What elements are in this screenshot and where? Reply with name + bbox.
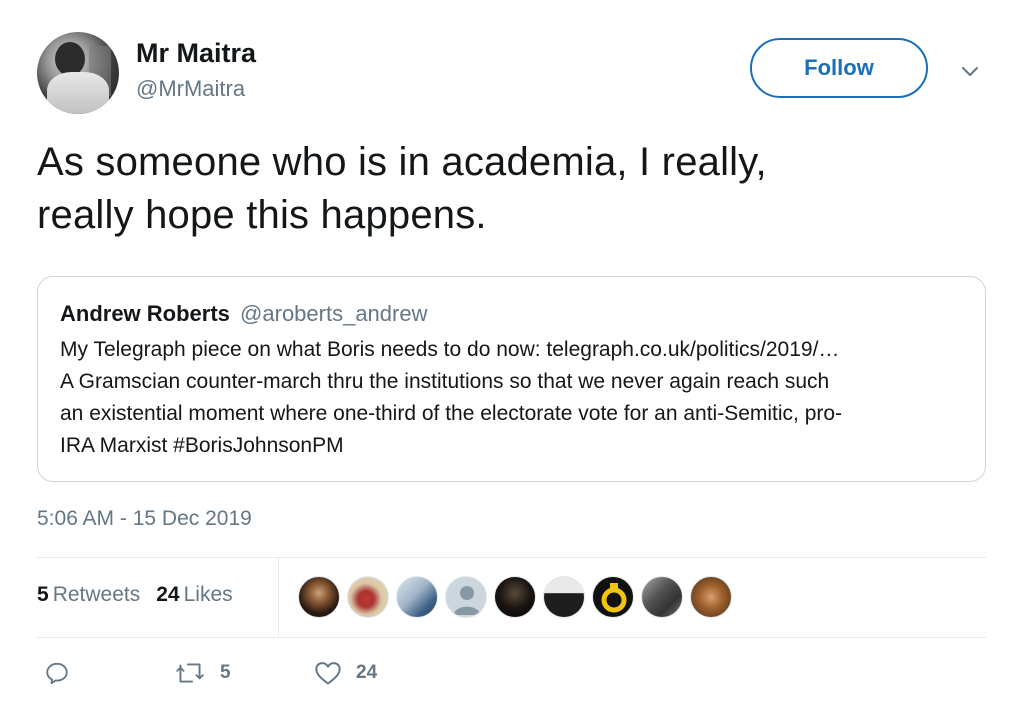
retweets-stat[interactable]: 5 Retweets (37, 583, 140, 607)
quoted-author-handle[interactable]: @aroberts_andrew (240, 301, 427, 326)
quoted-tweet-line: A Gramscian counter-march thru the insti… (60, 370, 830, 393)
retweets-label: Retweets (52, 583, 141, 606)
liker-avatar[interactable] (445, 576, 487, 618)
default-profile-icon (454, 586, 480, 615)
liker-avatar[interactable] (690, 576, 732, 618)
quoted-tweet-line: My Telegraph piece on what Boris needs t… (60, 338, 840, 361)
follow-button[interactable]: Follow (750, 38, 928, 98)
liker-avatar[interactable] (592, 576, 634, 618)
chevron-down-icon[interactable] (958, 60, 982, 84)
user-handle[interactable]: @MrMaitra (136, 76, 245, 102)
like-count: 24 (356, 662, 378, 683)
liker-avatar[interactable] (641, 576, 683, 618)
liker-avatar[interactable] (494, 576, 536, 618)
liker-avatar[interactable] (298, 576, 340, 618)
reply-icon (46, 662, 68, 684)
retweets-count: 5 (37, 583, 49, 606)
retweet-count: 5 (220, 662, 231, 683)
divider (37, 637, 986, 638)
divider (37, 557, 986, 558)
tweet-text-line: really hope this happens. (37, 193, 487, 237)
liker-avatar[interactable] (396, 576, 438, 618)
retweet-icon (176, 663, 204, 683)
likes-stat[interactable]: 24 Likes (156, 583, 232, 607)
quoted-tweet-line: an existential moment where one-third of… (60, 402, 843, 425)
liker-avatar[interactable] (543, 576, 585, 618)
likes-count: 24 (156, 583, 180, 606)
quoted-tweet-line: IRA Marxist #BorisJohnsonPM (60, 434, 344, 457)
quoted-tweet-header: Andrew Roberts @aroberts_andrew (60, 301, 427, 327)
tweet-text-line: As someone who is in academia, I really, (37, 140, 767, 184)
retweet-button[interactable]: 5 (174, 660, 231, 686)
reply-button[interactable] (44, 660, 70, 686)
tweet-timestamp[interactable]: 5:06 AM - 15 Dec 2019 (37, 507, 252, 531)
stats-divider (278, 557, 279, 637)
liker-avatar[interactable] (347, 576, 389, 618)
tweet-stats: 5 Retweets 24 Likes (37, 583, 233, 607)
ring-logo-icon (601, 583, 627, 613)
like-button[interactable]: 24 (314, 660, 377, 686)
quoted-tweet-card[interactable]: Andrew Roberts @aroberts_andrew My Teleg… (37, 276, 986, 482)
quoted-tweet-text: My Telegraph piece on what Boris needs t… (60, 334, 975, 462)
user-display-name[interactable]: Mr Maitra (136, 38, 256, 69)
likes-label: Likes (183, 583, 233, 606)
quoted-author-name[interactable]: Andrew Roberts (60, 301, 230, 326)
profile-avatar[interactable] (37, 32, 119, 114)
heart-icon (315, 662, 341, 685)
tweet-text: As someone who is in academia, I really,… (37, 136, 997, 242)
